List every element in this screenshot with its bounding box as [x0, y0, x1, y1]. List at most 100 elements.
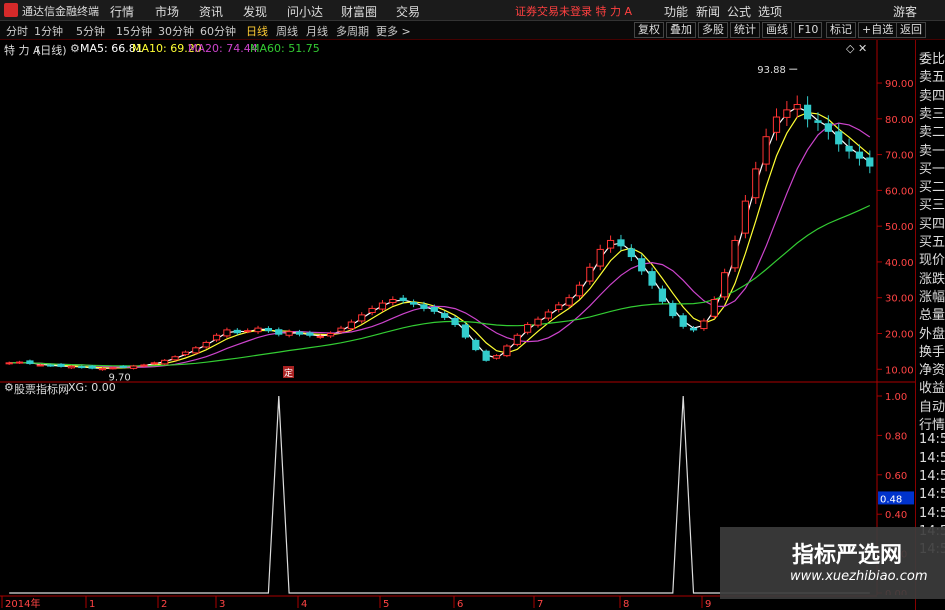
mark-button[interactable]: 标记 — [826, 22, 856, 38]
ma-line — [9, 122, 871, 368]
candle-body — [617, 239, 625, 247]
current-value-label: 0.48 — [880, 494, 902, 505]
menu-item-hq[interactable]: 行情 — [110, 3, 134, 20]
side-panel-label: 涨幅 — [919, 289, 945, 305]
candle-body — [171, 356, 179, 361]
candle-body — [606, 239, 615, 249]
candle-body — [181, 351, 190, 356]
side-panel-label: 总量 — [919, 308, 945, 324]
candle-body — [420, 304, 428, 309]
draw-line-button[interactable]: 画线 — [762, 22, 792, 38]
candle-body — [119, 365, 127, 368]
menu-item-function[interactable]: 功能 — [664, 3, 688, 20]
candle-body — [244, 330, 252, 333]
candle-body — [264, 327, 273, 332]
x-tick-label: 2014年 — [5, 597, 40, 610]
multi-stock-button[interactable]: 多股 — [698, 22, 728, 38]
candle-body — [430, 306, 438, 312]
menu-item-market[interactable]: 市场 — [155, 3, 179, 20]
candle-body — [409, 302, 418, 305]
f10-button[interactable]: F10 — [794, 22, 823, 38]
tab-1min[interactable]: 1分钟 — [34, 23, 63, 39]
tab-15min[interactable]: 15分钟 — [116, 23, 152, 39]
candle-body — [565, 297, 573, 306]
candle-body — [327, 332, 335, 337]
chart-area[interactable]: 93.889.70 定 10.0020.0030.0040.0050.0060.0… — [0, 40, 915, 610]
candle-body — [482, 350, 490, 361]
price-tick-label: 70.00 — [885, 151, 914, 162]
candle-body — [358, 314, 366, 322]
candle-body — [202, 341, 210, 348]
side-panel-label: 卖三 — [919, 106, 945, 122]
side-panel-label: 委比 — [919, 52, 945, 67]
candle-body — [223, 329, 231, 337]
candle-body — [627, 248, 635, 258]
tab-more[interactable]: 更多 > — [376, 23, 411, 39]
menu-item-news[interactable]: 资讯 — [199, 3, 223, 20]
candle-body — [233, 329, 241, 334]
watermark-url: www.xuezhibiao.com — [790, 569, 928, 584]
candle-body — [824, 123, 832, 132]
tab-weekly[interactable]: 周线 — [276, 23, 298, 39]
tab-intraday[interactable]: 分时 — [6, 23, 28, 39]
candle-body — [47, 364, 55, 367]
candle-body — [67, 365, 76, 369]
candle-body — [57, 363, 65, 367]
menu-item-wealth[interactable]: 财富圈 — [341, 3, 377, 20]
app-logo-icon — [4, 3, 18, 17]
menu-item-options[interactable]: 选项 — [758, 3, 782, 20]
side-panel-label: 14:5 — [919, 432, 945, 448]
menu-item-headlines[interactable]: 新闻 — [696, 3, 720, 20]
indicator-tick-label: 0.40 — [885, 510, 907, 521]
side-panel-label: 净资 — [919, 363, 945, 379]
indicator-tick-label: 0.80 — [885, 431, 907, 442]
candle-body — [845, 145, 853, 152]
candle-body — [793, 104, 801, 110]
menu-item-wenxiaoda[interactable]: 问小达 — [287, 3, 323, 20]
candle-body — [306, 332, 314, 336]
add-watchlist-button[interactable]: +自选 — [858, 22, 898, 38]
side-panel-label: 卖四 — [919, 88, 945, 104]
candle-body — [513, 334, 521, 345]
menu-item-discover[interactable]: 发现 — [243, 3, 267, 20]
restore-rights-button[interactable]: 复权 — [634, 22, 664, 38]
side-panel-label: 买三 — [919, 198, 945, 214]
tab-daily[interactable]: 日线 — [246, 23, 268, 39]
candle-body — [679, 315, 687, 327]
tab-5min[interactable]: 5分钟 — [76, 23, 105, 39]
x-tick-label: 3 — [219, 599, 225, 610]
tab-30min[interactable]: 30分钟 — [158, 23, 194, 39]
period-toolbar: 分时 1分钟 5分钟 15分钟 30分钟 60分钟 日线 周线 月线 多周期 更… — [0, 21, 945, 40]
tab-60min[interactable]: 60分钟 — [200, 23, 236, 39]
overlay-button[interactable]: 叠加 — [666, 22, 696, 38]
ma-line — [9, 111, 871, 369]
candle-body — [378, 302, 387, 310]
candle-body — [461, 324, 470, 338]
side-panel-label: 14:5 — [919, 468, 945, 484]
side-panel-label: 14:5 — [919, 487, 945, 503]
statistics-button[interactable]: 统计 — [730, 22, 760, 38]
back-button[interactable]: 返回 — [896, 22, 926, 38]
ma-line — [9, 204, 871, 367]
menu-item-formula[interactable]: 公式 — [727, 3, 751, 20]
price-tick-label: 80.00 — [885, 115, 914, 126]
candle-body — [575, 284, 584, 297]
side-panel-label: 卖五 — [919, 70, 945, 86]
tab-monthly[interactable]: 月线 — [306, 23, 328, 39]
side-panel-label: 买五 — [919, 235, 945, 250]
price-tick-label: 90.00 — [885, 79, 914, 90]
candle-body — [212, 334, 221, 341]
candle-body — [26, 360, 34, 365]
candle-body — [285, 331, 293, 336]
candle-body — [503, 345, 511, 357]
candle-body — [638, 258, 646, 272]
menu-item-guest[interactable]: 游客 — [893, 3, 917, 20]
side-panel-label: 换手 — [919, 344, 945, 360]
x-tick-label: 5 — [383, 599, 389, 610]
price-tick-label: 10.00 — [885, 365, 914, 376]
candle-body — [451, 317, 459, 326]
candle-body — [555, 304, 563, 311]
menu-item-trade[interactable]: 交易 — [396, 3, 420, 20]
candle-body — [98, 368, 107, 371]
tab-multi-period[interactable]: 多周期 — [336, 23, 369, 39]
